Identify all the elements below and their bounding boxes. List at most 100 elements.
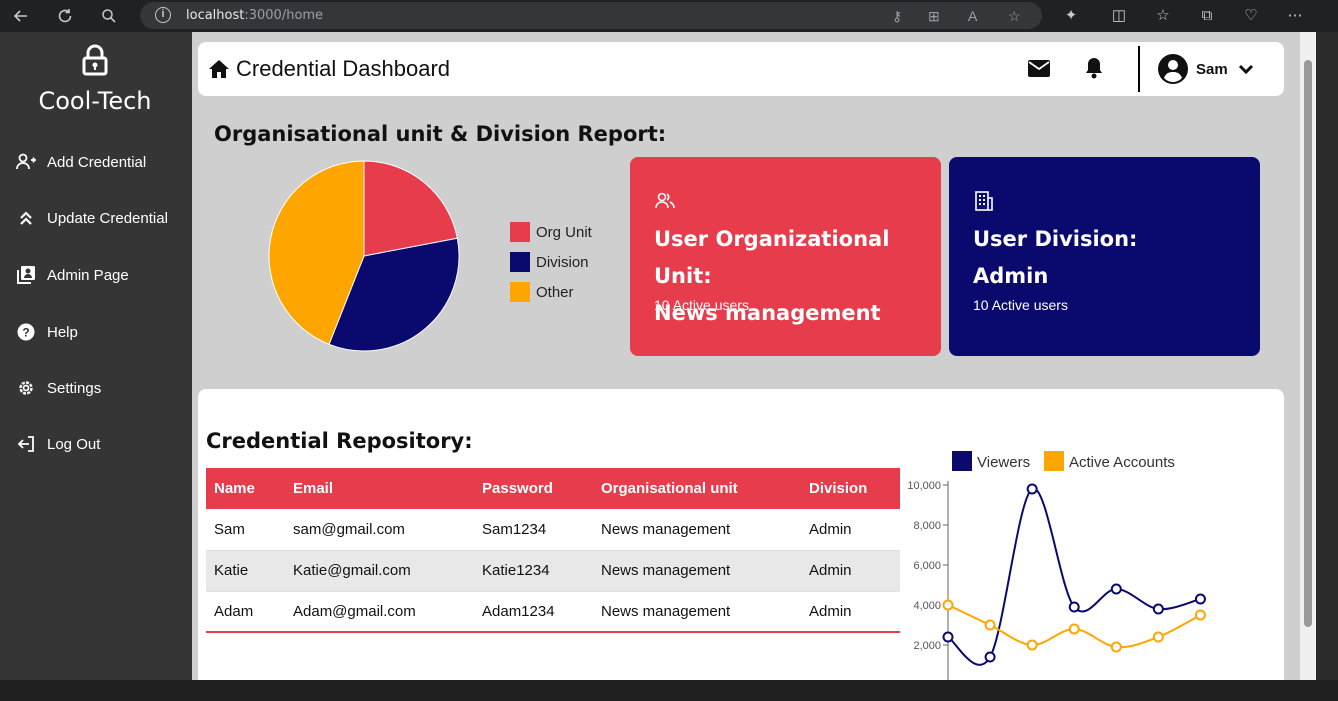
users-icon [654,190,676,212]
table-cell: Katie1234 [474,550,593,592]
org-unit-card: User Organizational Unit: News managemen… [630,157,941,356]
apps-icon[interactable]: ⊞ [928,8,940,25]
chevron-down-icon[interactable] [1238,62,1254,76]
column-header[interactable]: Password [474,468,593,509]
home-icon[interactable] [208,59,230,79]
sidebar-item-label: Admin Page [47,266,129,284]
question-circle-icon: ? [16,322,36,342]
repository-panel: Credential Repository: Name Email Passwo… [198,389,1284,680]
sidebar-item-label: Update Credential [47,209,168,227]
sidebar-item-label: Log Out [47,435,101,453]
user-name[interactable]: Sam [1196,61,1228,78]
favorite-star-icon[interactable]: ☆ [1008,8,1021,25]
scrollbar-thumb[interactable] [1304,60,1312,627]
search-icon[interactable] [98,5,120,27]
sidebar-item-help[interactable]: ? Help [16,320,78,344]
column-header[interactable]: Division [801,468,900,509]
mail-icon[interactable] [1028,60,1050,77]
table-cell: Admin [801,509,900,551]
y-tick-label: 4,000 [913,600,941,612]
avatar[interactable] [1158,54,1188,84]
id-card-icon [16,265,36,285]
pie-legend: Org Unit Division Other [510,217,592,307]
favorites-icon[interactable]: ☆ [1152,5,1174,27]
table-cell: Adam1234 [474,591,593,633]
data-point[interactable] [1026,483,1038,495]
legend-item-other: Other [510,277,592,307]
y-tick-label: 2,000 [913,640,941,652]
table-cell: Adam@gmail.com [285,591,474,633]
table-row[interactable]: Sam sam@gmail.com Sam1234 News managemen… [206,509,900,551]
bell-icon[interactable] [1084,57,1104,79]
performance-icon[interactable]: ♡ [1240,5,1262,27]
double-chevron-up-icon [16,208,36,228]
data-point[interactable] [1194,609,1206,621]
main-content: Credential Dashboard Sam Organisational … [192,32,1300,680]
data-point[interactable] [942,631,954,643]
legend-swatch [510,252,530,272]
top-bar: Credential Dashboard Sam [198,42,1284,96]
division-card: User Division: Admin 10 Active users [949,157,1260,356]
table-cell: Admin [801,550,900,592]
address-bar[interactable]: i localhost:3000/home ⚷ ⊞ A ☆ [140,2,1042,29]
sidebar: Cool-Tech Add Credential Update Credenti… [0,32,192,680]
legend-item-division: Division [510,247,592,277]
table-cell: sam@gmail.com [285,509,474,551]
sidebar-item-label: Settings [47,379,102,397]
split-screen-icon[interactable]: ◫ [1108,5,1130,27]
table-cell: Katie@gmail.com [285,550,474,592]
page-title: Credential Dashboard [236,56,451,81]
extensions-icon[interactable]: ✦ [1060,5,1082,27]
sidebar-item-settings[interactable]: Settings [16,376,101,400]
key-icon[interactable]: ⚷ [892,8,902,25]
report-title: Organisational unit & Division Report: [214,122,667,146]
table-cell: Katie [206,550,285,592]
back-icon[interactable] [10,5,32,27]
column-header[interactable]: Organisational unit [593,468,801,509]
data-point[interactable] [942,599,954,611]
column-header[interactable]: Email [285,468,474,509]
table-cell: Sam [206,509,285,551]
refresh-icon[interactable] [54,5,76,27]
legend-swatch [510,282,530,302]
browser-side-panel [1316,32,1338,680]
card-title-line: User Division: [973,227,1138,251]
data-point[interactable] [984,619,996,631]
data-point[interactable] [1194,593,1206,605]
sidebar-item-label: Help [47,323,78,341]
collections-icon[interactable]: ⧉ [1196,5,1218,27]
table-row[interactable]: Adam Adam@gmail.com Adam1234 News manage… [206,591,900,633]
data-point[interactable] [1026,639,1038,651]
legend-item-org-unit: Org Unit [510,217,592,247]
sidebar-item-add-credential[interactable]: Add Credential [16,150,146,174]
more-menu-icon[interactable]: ⋯ [1284,5,1306,27]
table-cell: News management [593,550,801,592]
scrollbar[interactable] [1300,32,1316,680]
data-point[interactable] [1152,631,1164,643]
data-point[interactable] [1110,641,1122,653]
table-cell: News management [593,509,801,551]
read-aloud-icon[interactable]: A [968,8,977,24]
url-text[interactable]: localhost:3000/home [186,8,323,23]
header-divider [1138,46,1140,92]
data-point[interactable] [1110,583,1122,595]
card-title-value: Admin [973,264,1049,288]
data-point[interactable] [1152,603,1164,615]
table-row[interactable]: Katie Katie@gmail.com Katie1234 News man… [206,550,900,592]
pie-chart [264,156,464,356]
sidebar-item-update-credential[interactable]: Update Credential [16,206,168,230]
column-header[interactable]: Name [206,468,285,509]
data-point[interactable] [1068,623,1080,635]
data-point[interactable] [984,651,996,663]
sidebar-item-log-out[interactable]: Log Out [16,432,100,456]
sidebar-item-admin-page[interactable]: Admin Page [16,263,129,287]
browser-toolbar: i localhost:3000/home ⚷ ⊞ A ☆ ✦ ◫ ☆ ⧉ ♡ … [0,0,1338,32]
site-info-icon[interactable]: i [155,7,171,23]
repository-title: Credential Repository: [206,429,473,453]
logout-icon [16,434,36,454]
data-point[interactable] [1068,601,1080,613]
credentials-table: Name Email Password Organisational unit … [206,468,900,633]
lock-icon [81,44,109,76]
legend-label: Viewers [977,454,1030,471]
card-title-line: User Organizational Unit: [654,227,890,288]
